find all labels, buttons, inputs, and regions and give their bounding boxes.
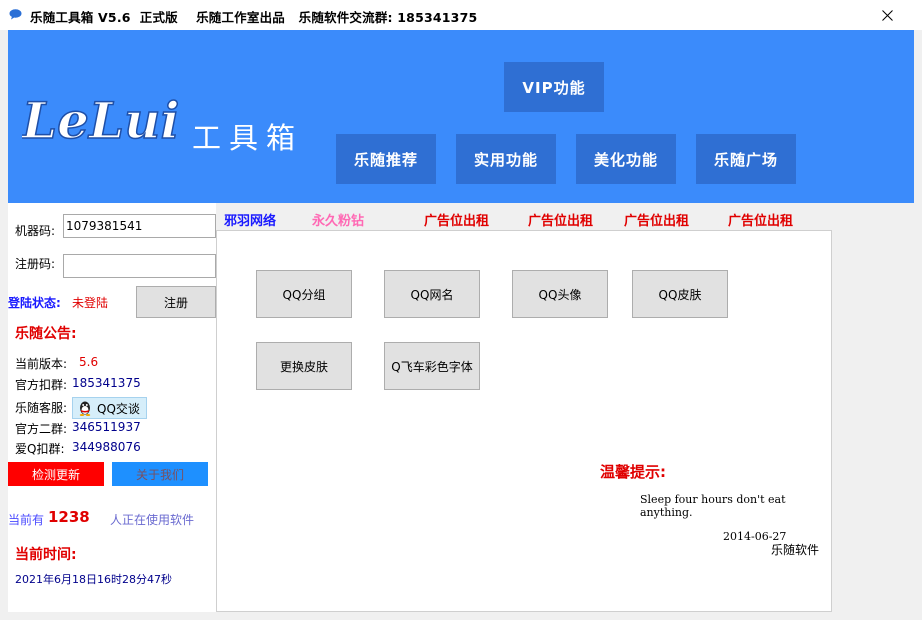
change-skin-button[interactable]: 更换皮肤 xyxy=(256,342,352,390)
nav-beautify-button[interactable]: 美化功能 xyxy=(576,134,676,184)
group2-value: 346511937 xyxy=(72,420,141,434)
online-prefix: 当前有 xyxy=(8,513,45,527)
penguin-icon xyxy=(79,401,91,416)
qq-speed-font-button[interactable]: Q飞车彩色字体 xyxy=(384,342,480,390)
svg-text:LeLui: LeLui xyxy=(22,91,179,150)
time-label: 当前时间: xyxy=(15,547,77,563)
qq-nickname-button[interactable]: QQ网名 xyxy=(384,270,480,318)
version-value: 5.6 xyxy=(79,355,99,369)
close-icon xyxy=(881,9,893,21)
about-us-button[interactable]: 关于我们 xyxy=(112,462,208,486)
group-label: 官方扣群: xyxy=(15,378,68,392)
chat-bubble-icon xyxy=(9,9,22,20)
aiq-label: 爱Q扣群: xyxy=(15,442,65,456)
machine-code-field[interactable]: 1079381541 xyxy=(63,214,216,238)
nav-square-button[interactable]: 乐随广场 xyxy=(696,134,796,184)
machine-code-label: 机器码: xyxy=(15,224,56,238)
online-suffix: 人正在使用软件 xyxy=(110,513,195,527)
qq-avatar-button[interactable]: QQ头像 xyxy=(512,270,608,318)
ad-link[interactable]: 广告位出租 xyxy=(728,210,793,229)
ad-link[interactable]: 广告位出租 xyxy=(528,210,593,229)
qq-chat-button[interactable]: QQ交谈 xyxy=(72,397,147,419)
notice-title: 乐随公告: xyxy=(15,326,77,342)
group-value: 185341375 xyxy=(72,376,141,390)
reg-code-label: 注册码: xyxy=(15,257,56,271)
nav-utility-button[interactable]: 实用功能 xyxy=(456,134,556,184)
ad-link[interactable]: 永久粉钻 xyxy=(312,210,364,229)
ad-link[interactable]: 广告位出租 xyxy=(424,210,489,229)
qq-skin-button[interactable]: QQ皮肤 xyxy=(632,270,728,318)
online-count: 1238 xyxy=(48,508,90,526)
register-button[interactable]: 注册 xyxy=(136,286,216,318)
ad-link[interactable]: 广告位出租 xyxy=(624,210,689,229)
tip-text: Sleep four hours don't eat anything. xyxy=(640,493,786,519)
svg-text:工具箱: 工具箱 xyxy=(192,121,303,155)
aiq-value: 344988076 xyxy=(72,440,141,454)
logo: LeLui 工具箱 xyxy=(22,90,303,155)
tip-signature: 乐随软件 xyxy=(771,543,820,557)
check-update-button[interactable]: 检测更新 xyxy=(8,462,104,486)
tip-title: 温馨提示: xyxy=(600,463,666,481)
close-button[interactable] xyxy=(870,4,904,26)
ad-link[interactable]: 邪羽网络 xyxy=(224,210,276,229)
window-title: 乐随工具箱 V5.6 正式版 乐随工作室出品 乐随软件交流群: 18534137… xyxy=(30,10,478,25)
service-label: 乐随客服: xyxy=(15,401,68,415)
qq-group-button[interactable]: QQ分组 xyxy=(256,270,352,318)
title-bar: 乐随工具箱 V5.6 正式版 乐随工作室出品 乐随软件交流群: 18534137… xyxy=(0,0,922,30)
login-status-value: 未登陆 xyxy=(72,296,109,310)
reg-code-field[interactable] xyxy=(63,254,216,278)
time-value: 2021年6月18日16时28分47秒 xyxy=(15,573,172,586)
version-label: 当前版本: xyxy=(15,357,68,371)
group2-label: 官方二群: xyxy=(15,422,68,436)
qq-chat-label: QQ交谈 xyxy=(97,401,140,416)
vip-button[interactable]: VIP功能 xyxy=(504,62,604,112)
login-status-label: 登陆状态: xyxy=(8,296,61,310)
nav-recommend-button[interactable]: 乐随推荐 xyxy=(336,134,436,184)
